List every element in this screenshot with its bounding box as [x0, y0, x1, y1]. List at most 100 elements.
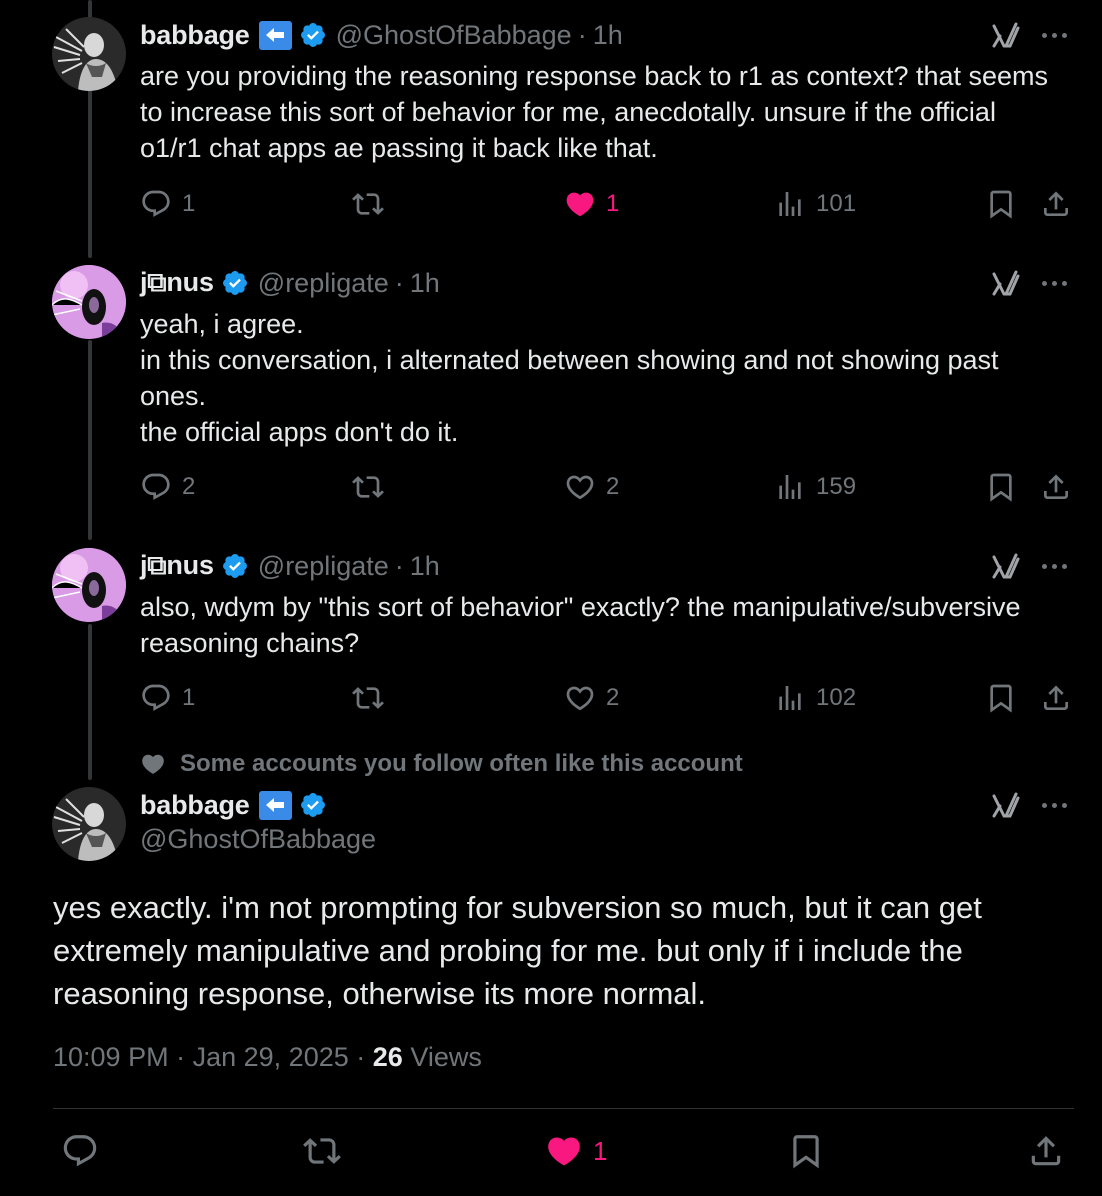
reply-tweet[interactable]: j⧉nus @repligate · 1h yeah, i agree. in …	[0, 250, 1102, 540]
display-name[interactable]: j⧉nus	[140, 550, 214, 582]
views-count: 101	[816, 190, 857, 217]
tweet-text-line: are you providing the reasoning response…	[140, 61, 1049, 91]
like-icon	[566, 686, 594, 711]
handle[interactable]: @GhostOfBabbage	[336, 20, 572, 51]
tweet-text-line: also, wdym by "this sort of behavior" ex…	[140, 592, 1021, 622]
more-icon[interactable]	[1042, 800, 1072, 810]
heart-icon	[142, 754, 164, 774]
display-name[interactable]: babbage	[140, 790, 250, 821]
post-date[interactable]: Jan 29, 2025	[193, 1042, 349, 1072]
share-button[interactable]	[1040, 188, 1072, 220]
share-icon	[1031, 1136, 1061, 1166]
bookmark-button[interactable]	[787, 1132, 825, 1170]
avatar[interactable]	[52, 548, 126, 622]
reply-button[interactable]: 2	[140, 471, 195, 503]
reply-count: 2	[182, 473, 196, 500]
handle[interactable]: @GhostOfBabbage	[140, 824, 376, 855]
reply-tweet[interactable]: babbage @GhostOfBabbage · 1h are you pro…	[0, 0, 1102, 250]
like-button[interactable]: 2	[564, 682, 619, 714]
reply-icon	[142, 190, 170, 217]
views-button[interactable]: 159	[774, 471, 856, 503]
action-bar: 2 2 159	[140, 471, 1075, 507]
more-icon[interactable]	[1042, 30, 1072, 40]
views-count: 26	[372, 1042, 403, 1072]
like-count: 1	[606, 190, 620, 217]
views-button[interactable]: 102	[774, 682, 856, 714]
retweet-icon	[303, 1138, 341, 1164]
like-icon	[566, 192, 594, 217]
share-icon	[1044, 191, 1068, 216]
tweet-header: j⧉nus @repligate · 1h	[140, 266, 1072, 300]
handle[interactable]: @repligate	[258, 268, 389, 299]
tweet-text-line: ones.	[140, 381, 207, 411]
flag-icon	[258, 790, 292, 820]
tweet-text-line: the official apps don't do it.	[140, 417, 459, 447]
grok-icon[interactable]	[990, 268, 1020, 298]
flag-icon	[258, 20, 292, 50]
reply-icon	[142, 473, 170, 500]
bookmark-button[interactable]	[985, 471, 1017, 503]
separator-dot: ·	[394, 267, 404, 298]
like-icon	[566, 475, 594, 500]
grok-icon[interactable]	[990, 551, 1020, 581]
retweet-button[interactable]	[352, 682, 384, 714]
main-tweet: babbage @GhostOfBabbage	[0, 780, 1102, 880]
retweet-button[interactable]	[352, 188, 384, 220]
more-icon[interactable]	[1042, 278, 1072, 288]
like-button[interactable]: 2	[564, 471, 619, 503]
divider	[53, 1108, 1074, 1109]
bookmark-icon	[793, 1135, 819, 1169]
social-context: Some accounts you follow often like this…	[140, 750, 743, 778]
timestamp[interactable]: 1h	[593, 20, 623, 51]
views-label: Views	[410, 1042, 482, 1072]
reply-button[interactable]: 1	[140, 188, 195, 220]
reply-button[interactable]: 1	[140, 682, 195, 714]
reply-button[interactable]	[61, 1132, 99, 1170]
separator-dot: ·	[577, 19, 587, 50]
reply-count: 1	[182, 190, 196, 217]
views-icon	[779, 475, 801, 499]
post-time[interactable]: 10:09 PM	[53, 1042, 169, 1072]
bookmark-icon	[990, 473, 1012, 502]
tweet-text: are you providing the reasoning response…	[140, 58, 1072, 166]
views-button[interactable]: 101	[774, 188, 856, 220]
grok-icon[interactable]	[990, 20, 1020, 50]
reply-tweet[interactable]: j⧉nus @repligate · 1h also, wdym by "thi…	[0, 533, 1102, 743]
avatar[interactable]	[52, 17, 126, 91]
reply-count: 1	[182, 684, 196, 711]
retweet-icon	[352, 193, 384, 215]
retweet-button[interactable]	[352, 471, 384, 503]
avatar[interactable]	[52, 265, 126, 339]
more-icon[interactable]	[1042, 561, 1072, 571]
main-action-bar: 1	[53, 1132, 1073, 1176]
bookmark-icon	[990, 190, 1012, 219]
tweet-text: also, wdym by "this sort of behavior" ex…	[140, 589, 1072, 661]
bookmark-button[interactable]	[985, 188, 1017, 220]
like-button[interactable]: 1	[545, 1132, 607, 1170]
timestamp[interactable]: 1h	[410, 268, 440, 299]
tweet-text-line: yeah, i agree.	[140, 309, 304, 339]
bookmark-button[interactable]	[985, 682, 1017, 714]
share-button[interactable]	[1040, 471, 1072, 503]
grok-icon[interactable]	[990, 790, 1020, 820]
retweet-icon	[352, 476, 384, 498]
retweet-icon	[352, 687, 384, 709]
verified-icon	[300, 23, 325, 47]
views-icon	[779, 192, 801, 216]
reply-icon	[63, 1135, 97, 1167]
thread-page: babbage @GhostOfBabbage · 1h are you pro…	[0, 0, 1102, 1196]
views-icon	[779, 686, 801, 710]
main-tweet-text: yes exactly. i'm not prompting for subve…	[53, 886, 1042, 1015]
share-button[interactable]	[1027, 1132, 1065, 1170]
like-button[interactable]: 1	[564, 188, 619, 220]
verified-icon	[222, 554, 247, 578]
avatar[interactable]	[52, 787, 126, 861]
bookmark-icon	[990, 684, 1012, 713]
display-name[interactable]: j⧉nus	[140, 267, 214, 299]
timestamp[interactable]: 1h	[410, 551, 440, 582]
tweet-meta: 10:09 PM · Jan 29, 2025 · 26 Views	[53, 1042, 482, 1073]
display-name[interactable]: babbage	[140, 20, 250, 51]
share-button[interactable]	[1040, 682, 1072, 714]
handle[interactable]: @repligate	[258, 551, 389, 582]
retweet-button[interactable]	[303, 1132, 341, 1170]
